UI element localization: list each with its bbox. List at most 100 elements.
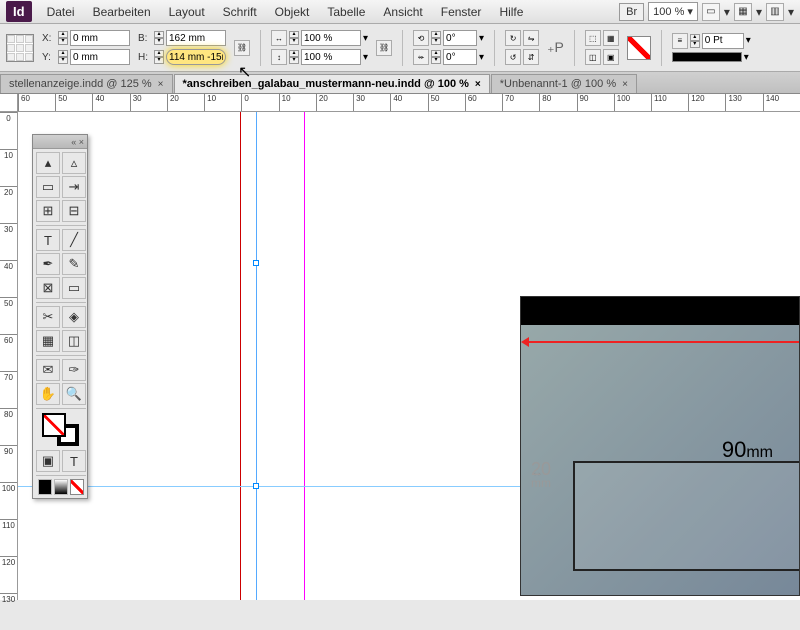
line-tool[interactable]: ╱: [62, 229, 86, 251]
dimension-label-20: 20mm: [531, 459, 551, 490]
ruler-origin[interactable]: [0, 94, 18, 112]
stepper[interactable]: ▴▾: [431, 50, 441, 64]
zoom-select[interactable]: 100 %▾: [648, 2, 698, 21]
pencil-tool[interactable]: ✎: [62, 253, 86, 275]
page-tool[interactable]: ▭: [36, 176, 60, 198]
flip-h-icon[interactable]: ⇋: [523, 30, 539, 46]
rotate-ccw-icon[interactable]: ↺: [505, 49, 521, 65]
rectangle-frame-tool[interactable]: ⊠: [36, 277, 60, 299]
shear-input[interactable]: [443, 49, 477, 65]
close-icon[interactable]: ×: [622, 79, 628, 90]
formatting-container-icon[interactable]: ▣: [36, 450, 60, 472]
gap-tool[interactable]: ⇥: [62, 176, 86, 198]
dropdown-arrow-icon[interactable]: ▾: [479, 33, 484, 44]
screen-mode-icon[interactable]: ▭: [702, 3, 720, 21]
zoom-tool[interactable]: 🔍: [62, 383, 86, 405]
stepper[interactable]: ▴▾: [154, 31, 164, 45]
selection-tool[interactable]: ▴: [36, 152, 60, 174]
close-icon[interactable]: ×: [475, 79, 481, 90]
stepper[interactable]: ▴▾: [289, 31, 299, 45]
stroke-weight-input[interactable]: [702, 33, 744, 49]
stepper[interactable]: ▴▾: [58, 50, 68, 64]
direct-selection-tool[interactable]: ▵: [62, 152, 86, 174]
gradient-swatch-tool[interactable]: ▦: [36, 330, 60, 352]
apply-color-icon[interactable]: [38, 479, 52, 495]
select-container-icon[interactable]: ⬚: [585, 30, 601, 46]
arrange-icon[interactable]: ▦: [734, 3, 752, 21]
bridge-button[interactable]: Br: [619, 3, 644, 21]
hand-tool[interactable]: ✋: [36, 383, 60, 405]
formatting-text-icon[interactable]: T: [62, 450, 86, 472]
menu-fenster[interactable]: Fenster: [432, 2, 491, 22]
flip-v-icon[interactable]: ⇵: [523, 49, 539, 65]
fill-none-swatch[interactable]: [627, 36, 651, 60]
dropdown-arrow-icon[interactable]: ▾: [363, 52, 368, 63]
margin-guide[interactable]: [240, 112, 241, 600]
y-label: Y:: [42, 52, 56, 63]
menu-tabelle[interactable]: Tabelle: [318, 2, 374, 22]
fill-stroke-swatch[interactable]: [36, 412, 86, 448]
stepper[interactable]: ▴▾: [690, 34, 700, 48]
stepper[interactable]: ▴▾: [431, 31, 441, 45]
close-icon[interactable]: ×: [158, 79, 164, 90]
menu-ansicht[interactable]: Ansicht: [374, 2, 431, 22]
gradient-feather-tool[interactable]: ◫: [62, 330, 86, 352]
placed-image[interactable]: 90mm ↔ 20mm: [520, 296, 800, 596]
menu-bearbeiten[interactable]: Bearbeiten: [84, 2, 160, 22]
document-canvas[interactable]: 90mm ↔ 20mm: [18, 112, 800, 600]
w-input[interactable]: [166, 30, 226, 46]
dropdown-arrow-icon[interactable]: ▾: [744, 52, 749, 63]
dropdown-arrow-icon[interactable]: ▾: [479, 52, 484, 63]
eyedropper-tool[interactable]: ✑: [62, 359, 86, 381]
dropdown-arrow-icon[interactable]: ▾: [746, 35, 751, 46]
selection-handle[interactable]: [253, 260, 259, 266]
y-input[interactable]: [70, 49, 130, 65]
w-label: B:: [138, 33, 152, 44]
apply-none-icon[interactable]: [70, 479, 84, 495]
doc-tab[interactable]: *Unbenannt-1 @ 100 %×: [491, 74, 637, 93]
rotate-input[interactable]: [443, 30, 477, 46]
note-tool[interactable]: ✉: [36, 359, 60, 381]
h-input[interactable]: [166, 49, 226, 65]
tools-panel[interactable]: « × ▴ ▵ ▭ ⇥ ⊞ ⊟ T ╱ ✒ ✎ ⊠ ▭ ✂ ◈ ▦ ◫ ✉ ✑ …: [32, 134, 88, 499]
free-transform-tool[interactable]: ◈: [62, 306, 86, 328]
vertical-ruler[interactable]: 0102030405060708090100110120130: [0, 112, 18, 600]
column-guide[interactable]: [304, 112, 305, 600]
rotate-cw-icon[interactable]: ↻: [505, 30, 521, 46]
selection-handle[interactable]: [253, 483, 259, 489]
menu-objekt[interactable]: Objekt: [266, 2, 319, 22]
guide[interactable]: [256, 112, 257, 600]
stepper[interactable]: ▴▾: [289, 50, 299, 64]
panel-header[interactable]: « ×: [33, 135, 87, 149]
menu-schrift[interactable]: Schrift: [214, 2, 266, 22]
workspace-icon[interactable]: ▥: [766, 3, 784, 21]
dropdown-arrow-icon: ▾: [756, 5, 762, 19]
constrain-icon[interactable]: ⛓: [234, 40, 250, 56]
dropdown-arrow-icon[interactable]: ▾: [363, 33, 368, 44]
reference-point-grid[interactable]: [6, 34, 34, 62]
doc-tab[interactable]: *anschreiben_galabau_mustermann-neu.indd…: [174, 74, 490, 93]
select-content-icon[interactable]: ▣: [603, 49, 619, 65]
doc-tab[interactable]: stellenanzeige.indd @ 125 %×: [0, 74, 173, 93]
scale-y-input[interactable]: [301, 49, 361, 65]
content-collector-tool[interactable]: ⊞: [36, 200, 60, 222]
constrain-scale-icon[interactable]: ⛓: [376, 40, 392, 56]
inner-rectangle: [573, 461, 799, 571]
x-input[interactable]: [70, 30, 130, 46]
select-next-icon[interactable]: ▦: [603, 30, 619, 46]
menu-hilfe[interactable]: Hilfe: [490, 2, 532, 22]
rectangle-tool[interactable]: ▭: [62, 277, 86, 299]
stepper[interactable]: ▴▾: [58, 31, 68, 45]
scissors-tool[interactable]: ✂: [36, 306, 60, 328]
stroke-style-select[interactable]: [672, 52, 742, 62]
stepper[interactable]: ▴▾: [154, 50, 164, 64]
menu-layout[interactable]: Layout: [160, 2, 214, 22]
menu-datei[interactable]: Datei: [38, 2, 84, 22]
horizontal-ruler[interactable]: 6050403020100102030405060708090100110120…: [18, 94, 800, 112]
type-tool[interactable]: T: [36, 229, 60, 251]
select-prev-icon[interactable]: ◫: [585, 49, 601, 65]
apply-gradient-icon[interactable]: [54, 479, 68, 495]
content-placer-tool[interactable]: ⊟: [62, 200, 86, 222]
scale-x-input[interactable]: [301, 30, 361, 46]
pen-tool[interactable]: ✒: [36, 253, 60, 275]
